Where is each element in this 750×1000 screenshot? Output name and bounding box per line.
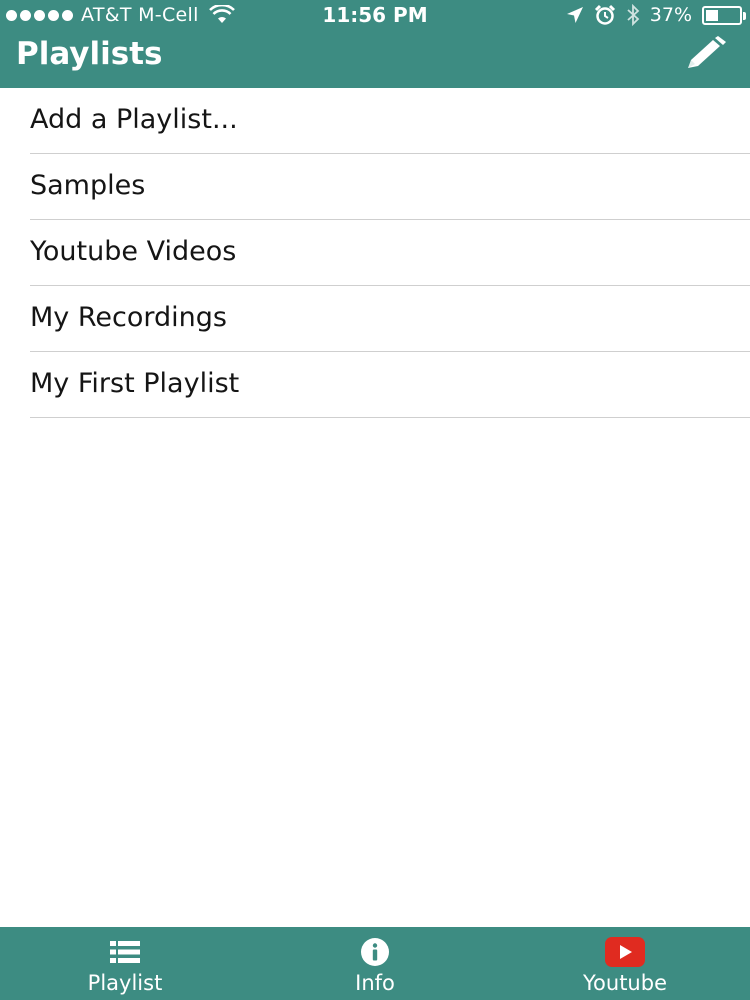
list-item-label: Samples xyxy=(30,170,146,201)
status-bar: AT&T M-Cell 11:56 PM 37% xyxy=(0,0,750,30)
list-item-my-recordings[interactable]: My Recordings xyxy=(30,286,750,352)
list-item-my-first-playlist[interactable]: My First Playlist xyxy=(30,352,750,418)
youtube-icon xyxy=(605,937,645,967)
tab-label: Playlist xyxy=(87,971,163,995)
list-item-label: Add a Playlist... xyxy=(30,104,238,135)
bluetooth-icon xyxy=(627,4,640,26)
alarm-icon xyxy=(594,4,615,25)
tab-label: Info xyxy=(355,971,395,995)
tab-label: Youtube xyxy=(583,971,667,995)
list-item-youtube-videos[interactable]: Youtube Videos xyxy=(30,220,750,286)
list-item-samples[interactable]: Samples xyxy=(30,154,750,220)
battery-percent: 37% xyxy=(649,4,692,26)
pencil-icon xyxy=(688,36,726,68)
page-title: Playlists xyxy=(16,36,163,72)
tab-playlist[interactable]: Playlist xyxy=(0,927,250,1000)
edit-button[interactable] xyxy=(680,34,730,76)
list-item-label: My Recordings xyxy=(30,302,227,333)
playlist-list: Add a Playlist... Samples Youtube Videos… xyxy=(0,88,750,418)
battery-icon xyxy=(702,5,746,25)
location-arrow-icon xyxy=(566,7,583,23)
info-icon xyxy=(361,938,389,966)
header: AT&T M-Cell 11:56 PM 37% Playlists xyxy=(0,0,750,88)
tab-youtube[interactable]: Youtube xyxy=(500,927,750,1000)
list-item-label: My First Playlist xyxy=(30,368,240,399)
list-icon xyxy=(110,941,140,963)
list-item-add-playlist[interactable]: Add a Playlist... xyxy=(30,88,750,154)
list-item-label: Youtube Videos xyxy=(30,236,237,267)
battery-fill xyxy=(706,9,718,21)
tab-bar: Playlist Info Youtube xyxy=(0,927,750,1000)
tab-info[interactable]: Info xyxy=(250,927,500,1000)
status-right: 37% xyxy=(566,4,746,26)
